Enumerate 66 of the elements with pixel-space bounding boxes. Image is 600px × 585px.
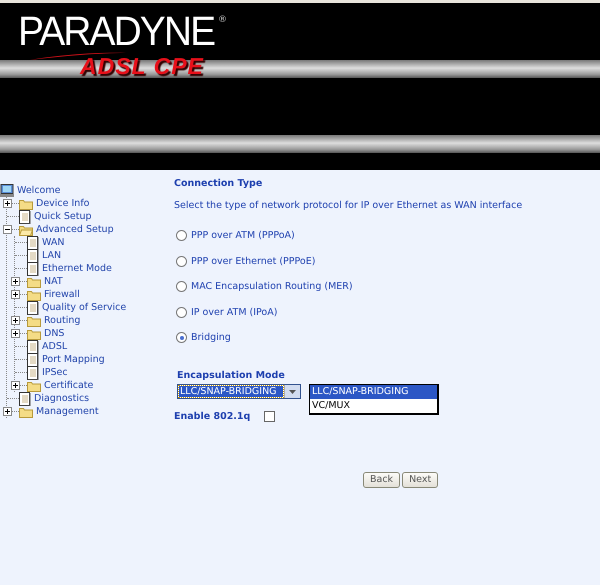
tree-item[interactable]: Routing (44, 315, 80, 326)
folder-icon (27, 288, 41, 300)
folder-icon (27, 380, 41, 392)
expand-icon[interactable] (11, 329, 20, 338)
tree-item[interactable]: Device Info (36, 198, 90, 209)
page-icon (19, 210, 31, 224)
collapse-icon[interactable] (3, 225, 12, 234)
tree-item[interactable]: NAT (44, 276, 63, 287)
tree-item[interactable]: Certificate (44, 380, 94, 391)
checkbox-label: Enable 802.1q (174, 410, 252, 422)
field-label: Encapsulation Mode (177, 370, 286, 380)
expand-icon[interactable] (11, 381, 20, 390)
radio-button[interactable] (176, 281, 187, 292)
nav-button[interactable]: Back (363, 472, 400, 488)
page-icon (27, 340, 39, 354)
radio-button[interactable] (176, 256, 187, 267)
radio-label: MAC Encapsulation Routing (MER) (191, 281, 353, 292)
tree-item[interactable]: Diagnostics (34, 393, 90, 404)
expand-icon[interactable] (11, 316, 20, 325)
registered-mark: ® (218, 15, 227, 25)
tree-item[interactable]: Quality of Service (42, 302, 126, 313)
checkbox[interactable] (264, 410, 275, 422)
encapsulation-dropdown[interactable]: LLC/SNAP-BRIDGING (177, 384, 301, 398)
product-name: ADSL CPE (80, 53, 204, 79)
open-folder-icon (19, 224, 33, 236)
page-icon (19, 392, 31, 406)
section-title: Connection Type (174, 178, 264, 189)
radio-button[interactable] (176, 230, 187, 242)
tree-item[interactable]: Quick Setup (34, 211, 92, 222)
tree-item[interactable]: Welcome (17, 185, 60, 196)
dropdown-option[interactable]: VC/MUX (310, 398, 437, 412)
page-icon (27, 366, 39, 380)
tree-item[interactable]: DNS (44, 328, 64, 339)
brand-name: PARADYNE (18, 11, 214, 51)
folder-icon (19, 406, 33, 418)
folder-icon (19, 198, 33, 210)
description: Select the type of network protocol for IP over Ethernet as WAN interface (174, 200, 524, 211)
radio-label: PPP over Ethernet (PPPoE) (191, 256, 316, 267)
dropdown-option[interactable]: LLC/SNAP-BRIDGING (310, 384, 437, 398)
radio-button[interactable] (176, 332, 187, 344)
tree-item[interactable]: LAN (42, 250, 62, 261)
folder-icon (27, 276, 41, 288)
radio-label: PPP over ATM (PPPoA) (191, 230, 295, 242)
page-icon (27, 352, 39, 366)
tree-item[interactable]: WAN (42, 237, 64, 248)
tree-item[interactable]: Management (36, 406, 99, 417)
tree-item[interactable]: Advanced Setup (36, 224, 114, 235)
tree-item[interactable]: Firewall (44, 289, 80, 300)
page-icon (27, 236, 39, 250)
expand-icon[interactable] (11, 277, 20, 286)
page-icon (27, 262, 39, 276)
radio-label: Bridging (191, 332, 231, 344)
expand-icon[interactable] (3, 407, 12, 416)
tree-item[interactable]: Ethernet Mode (42, 263, 112, 274)
nav-button[interactable]: Next (402, 472, 438, 488)
expand-icon[interactable] (3, 199, 12, 208)
expand-icon[interactable] (11, 290, 20, 299)
radio-button[interactable] (176, 306, 187, 318)
tree-item[interactable]: Port Mapping (42, 354, 105, 365)
folder-icon (27, 314, 41, 326)
tree-item[interactable]: ADSL (42, 341, 68, 352)
page-icon (27, 300, 39, 314)
tree-item[interactable]: IPSec (42, 367, 68, 378)
page-icon (27, 248, 39, 262)
radio-label: IP over ATM (IPoA) (191, 306, 278, 318)
folder-icon (27, 328, 41, 340)
